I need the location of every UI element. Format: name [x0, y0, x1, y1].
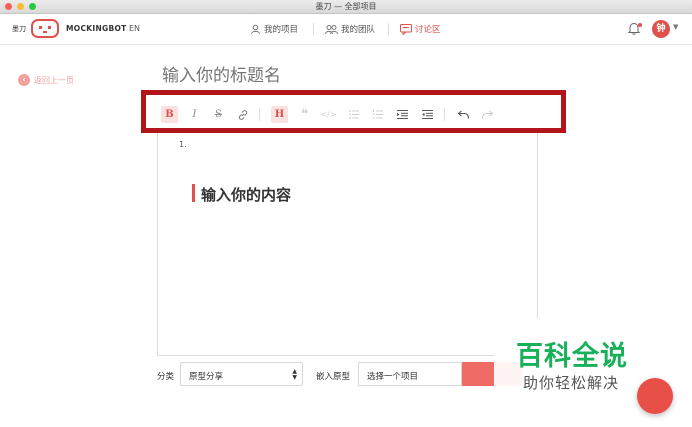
notification-dot: [638, 23, 642, 27]
brand-en: MOCKINGBOT: [66, 24, 127, 33]
mockingbot-logo-icon[interactable]: [31, 18, 59, 39]
back-link[interactable]: ‹ 返回上一页: [18, 74, 74, 86]
nav-my-projects[interactable]: 我的项目: [250, 23, 298, 35]
content-heading[interactable]: 输入你的内容: [201, 184, 291, 205]
category-label: 分类: [157, 372, 175, 382]
nav-divider: [388, 23, 389, 35]
watermark-title: 百科全说: [516, 341, 628, 372]
nav-divider: [313, 23, 314, 35]
top-nav: 墨刀 MOCKINGBOT EN 我的项目 我的团队 讨论区 钟 ▼: [0, 14, 692, 45]
window-titlebar: 墨刀 — 全部项目: [0, 0, 692, 14]
nav-my-team-label: 我的团队: [341, 25, 376, 35]
back-arrow-icon: ‹: [18, 74, 30, 86]
back-link-label: 返回上一页: [34, 75, 74, 85]
chat-icon: [400, 23, 412, 35]
nav-my-projects-label: 我的项目: [264, 25, 299, 35]
avatar[interactable]: 钟: [652, 20, 670, 38]
watermark-subtitle: 助你轻松解决: [523, 374, 620, 392]
editor-area[interactable]: [157, 103, 538, 356]
nav-my-team[interactable]: 我的团队: [325, 23, 375, 35]
category-select[interactable]: 原型分享 ▲ ▼: [180, 362, 303, 386]
title-input[interactable]: [162, 66, 522, 86]
team-icon: [325, 24, 338, 34]
user-icon: [251, 24, 260, 34]
chevron-down-icon[interactable]: ▼: [673, 23, 678, 31]
nav-discussion-label: 讨论区: [415, 25, 441, 35]
project-select[interactable]: 选择一个项目: [358, 362, 462, 386]
list-number: 1.: [179, 140, 187, 149]
language-toggle[interactable]: EN: [129, 24, 140, 33]
heading-accent-bar: [192, 184, 195, 202]
toolbar-highlight-box: [141, 90, 566, 133]
embed-prototype-label: 嵌入原型: [316, 372, 351, 382]
floating-action-button[interactable]: [637, 378, 673, 414]
brand-cn: 墨刀: [12, 25, 26, 33]
select-arrows-icon: ▲ ▼: [292, 368, 297, 381]
category-select-value: 原型分享: [189, 372, 224, 382]
nav-discussion[interactable]: 讨论区: [400, 23, 441, 35]
window-title: 墨刀 — 全部项目: [315, 2, 377, 11]
project-select-value: 选择一个项目: [367, 372, 419, 382]
